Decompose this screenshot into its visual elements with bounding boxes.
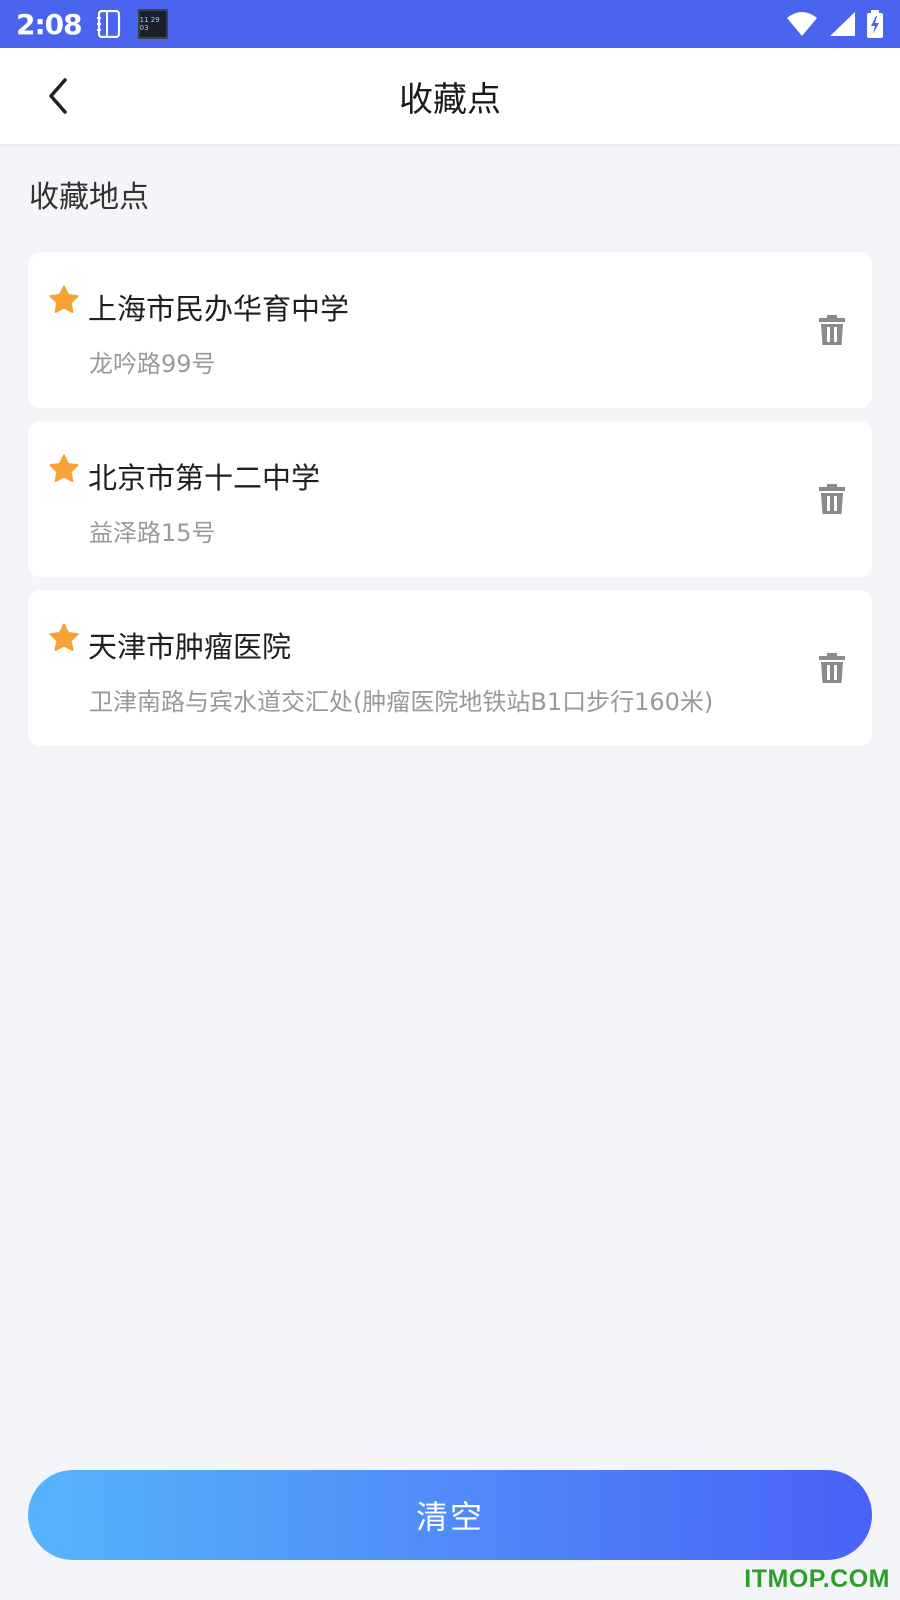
favorite-name: 上海市民办华育中学 xyxy=(88,292,350,326)
favorite-item[interactable]: 上海市民办华育中学 龙吟路99号 xyxy=(28,252,872,408)
favorite-name: 天津市肿瘤医院 xyxy=(88,630,292,664)
star-icon xyxy=(49,285,79,313)
page-title: 收藏点 xyxy=(399,79,501,120)
status-bar: 2:08 11 29 03 xyxy=(0,0,900,48)
back-button[interactable] xyxy=(30,68,86,124)
notebook-icon xyxy=(96,10,120,38)
favorite-item[interactable]: 天津市肿瘤医院 卫津南路与宾水道交汇处(肿瘤医院地铁站B1口步行160米) xyxy=(28,590,872,746)
section-title: 收藏地点 xyxy=(29,180,149,215)
trash-icon xyxy=(819,484,845,514)
battery-charging-icon xyxy=(867,10,883,38)
favorite-name: 北京市第十二中学 xyxy=(88,461,321,495)
clock-app-readout: 11 29 03 xyxy=(139,16,160,32)
wifi-icon xyxy=(787,12,817,36)
status-time: 2:08 xyxy=(16,7,83,41)
favorite-address: 卫津南路与宾水道交汇处(肿瘤医院地铁站B1口步行160米) xyxy=(89,688,714,716)
cellular-signal-icon xyxy=(830,12,855,36)
clock-app-icon: 11 29 03 xyxy=(137,9,168,39)
delete-button[interactable] xyxy=(804,640,860,696)
clear-all-button[interactable]: 清空 xyxy=(28,1470,872,1560)
favorite-address: 龙吟路99号 xyxy=(89,350,216,378)
favorite-item[interactable]: 北京市第十二中学 益泽路15号 xyxy=(28,421,872,577)
delete-button[interactable] xyxy=(804,302,860,358)
favorite-address: 益泽路15号 xyxy=(89,519,216,547)
chevron-left-icon xyxy=(49,78,67,114)
trash-icon xyxy=(819,315,845,345)
star-icon xyxy=(49,454,79,482)
star-icon xyxy=(49,623,79,651)
watermark: ITMOP.COM xyxy=(744,1565,890,1593)
status-indicators xyxy=(786,10,884,38)
delete-button[interactable] xyxy=(804,471,860,527)
app-header: 收藏点 xyxy=(0,48,900,144)
trash-icon xyxy=(819,653,845,683)
